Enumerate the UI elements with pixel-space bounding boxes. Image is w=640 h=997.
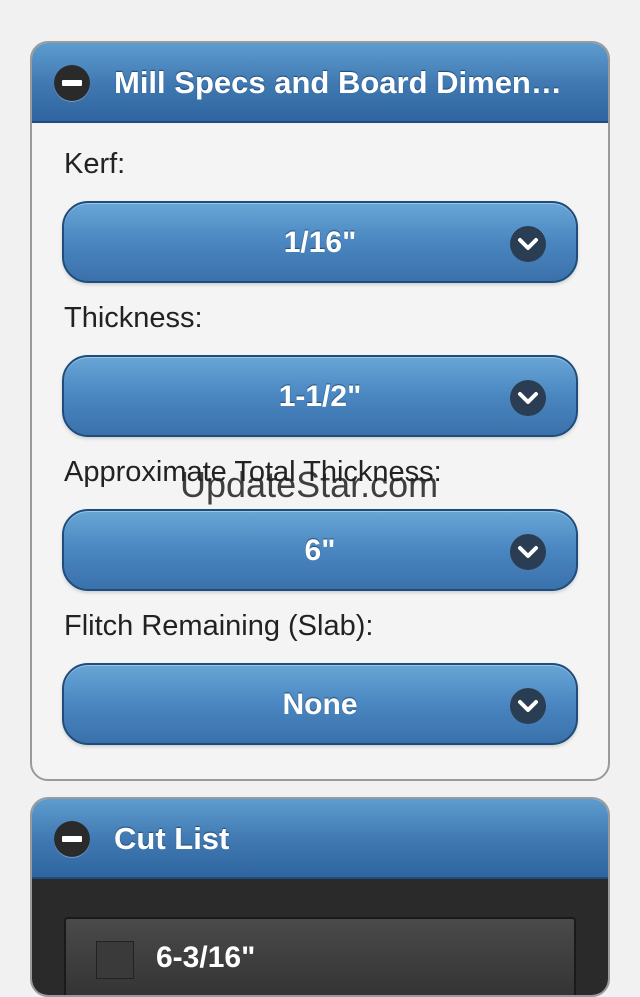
flitch-remaining-select[interactable]: None bbox=[62, 663, 578, 745]
flitch-remaining-value: None bbox=[282, 688, 358, 721]
flitch-remaining-label: Flitch Remaining (Slab): bbox=[64, 610, 374, 642]
thickness-value: 1-1/2" bbox=[278, 380, 362, 413]
kerf-select[interactable]: 1/16" bbox=[62, 201, 578, 283]
collapse-minus-icon[interactable] bbox=[54, 821, 90, 857]
mill-specs-header[interactable]: Mill Specs and Board Dimen… bbox=[32, 43, 608, 123]
cut-list-title: Cut List bbox=[114, 821, 230, 856]
total-thickness-value: 6" bbox=[304, 534, 336, 567]
kerf-value: 1/16" bbox=[283, 226, 357, 259]
mill-specs-panel: Mill Specs and Board Dimen… Kerf: 1/16" … bbox=[30, 41, 610, 781]
chevron-down-icon bbox=[510, 226, 546, 262]
cut-swatch bbox=[96, 941, 134, 979]
cut-list-body: 6-3/16" bbox=[32, 879, 608, 995]
cut-list-panel: Cut List 6-3/16" bbox=[30, 797, 610, 997]
total-thickness-label: Approximate Total Thickness: bbox=[64, 456, 442, 488]
chevron-down-icon bbox=[510, 534, 546, 570]
chevron-down-icon bbox=[510, 688, 546, 724]
kerf-label: Kerf: bbox=[64, 148, 126, 180]
cut-list-item[interactable]: 6-3/16" bbox=[64, 917, 576, 995]
mill-specs-title: Mill Specs and Board Dimen… bbox=[114, 65, 562, 100]
collapse-minus-icon[interactable] bbox=[54, 65, 90, 101]
thickness-label: Thickness: bbox=[64, 302, 203, 334]
chevron-down-icon bbox=[510, 380, 546, 416]
cut-list-item-value: 6-3/16" bbox=[156, 941, 256, 974]
cut-list-header[interactable]: Cut List bbox=[32, 799, 608, 879]
total-thickness-select[interactable]: 6" bbox=[62, 509, 578, 591]
thickness-select[interactable]: 1-1/2" bbox=[62, 355, 578, 437]
